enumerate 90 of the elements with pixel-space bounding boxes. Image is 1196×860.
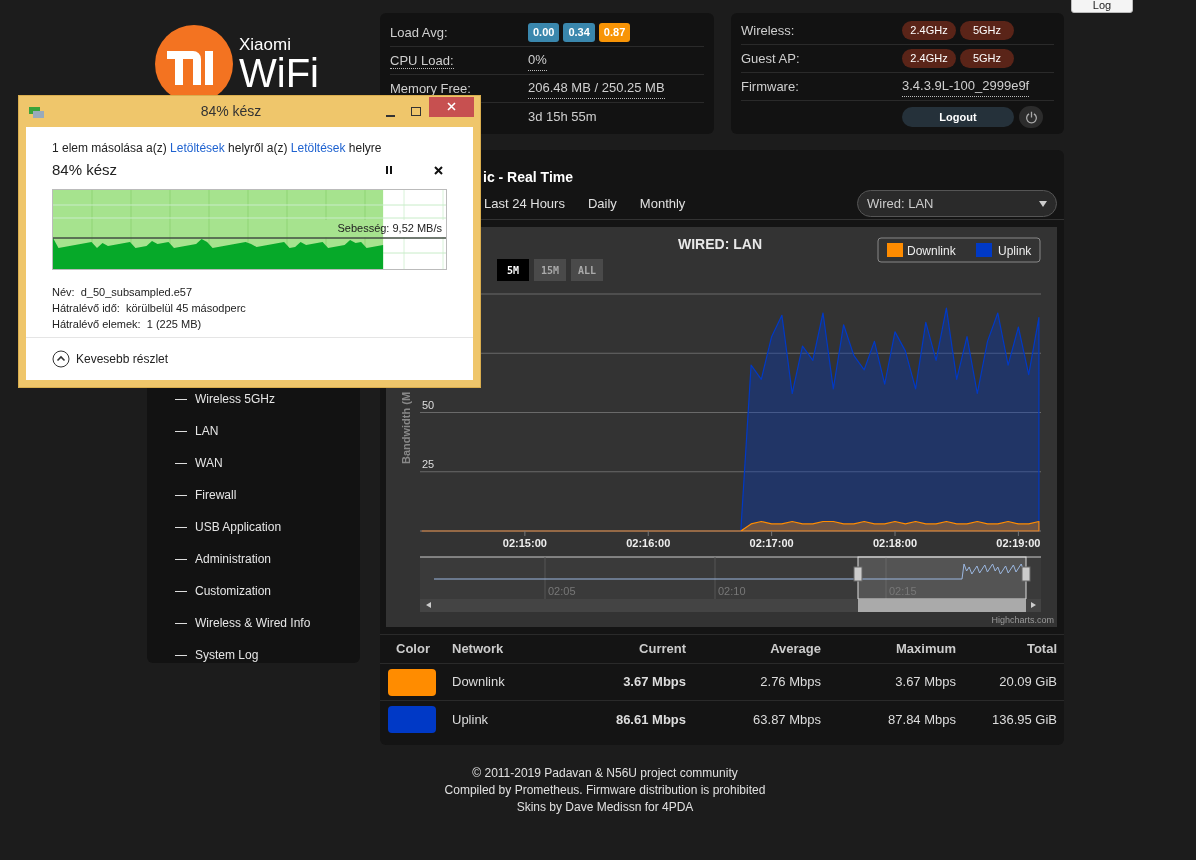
band-badge: 5GHz — [960, 49, 1014, 68]
status-label: Guest AP: — [741, 50, 800, 66]
footer-line: © 2011-2019 Padavan & N56U project community — [471, 765, 739, 782]
x-tick-label: 02:17:00 — [749, 537, 794, 549]
sidebar-item[interactable]: Wireless 5GHz — [195, 390, 275, 408]
chart-title: WIRED: LAN — [678, 236, 762, 252]
load-badge: 0.00 — [528, 23, 560, 42]
y-tick-label: 50 — [422, 398, 435, 411]
interface-select[interactable]: Wired: LAN — [857, 190, 1057, 217]
status-label: Firmware: — [741, 78, 799, 94]
band-badge: 5GHz — [960, 21, 1014, 40]
period-tab[interactable]: Last 24 Hours — [484, 193, 565, 214]
table-cell: Downlink — [446, 663, 566, 701]
maximize-icon — [411, 107, 421, 116]
table-cell: 63.87 Mbps — [686, 700, 821, 738]
x-tick-label: 02:16:00 — [626, 537, 671, 549]
close-icon — [433, 165, 443, 175]
navigator-label: 02:10 — [718, 585, 746, 597]
sidebar-item[interactable]: WAN — [195, 454, 223, 472]
minimize-icon — [385, 114, 395, 117]
info-label: Load Avg: — [390, 24, 448, 40]
period-tab[interactable]: Daily — [587, 193, 617, 214]
column-header: Total — [956, 634, 1064, 664]
power-icon — [1024, 110, 1038, 124]
sidebar-item[interactable]: LAN — [195, 422, 219, 440]
info-value: 206.48 MB / 250.25 MB — [528, 78, 665, 99]
info-value: 0% — [528, 50, 547, 71]
column-header: Average — [686, 634, 821, 664]
caret-icon — [1039, 200, 1047, 207]
load-badge: 0.87 — [598, 23, 631, 42]
legend-label[interactable]: Downlink — [907, 244, 956, 258]
panel-title: ic - Real Time — [483, 168, 573, 187]
legend-label[interactable]: Uplink — [998, 244, 1032, 258]
band-badge: 2.4GHz — [902, 49, 956, 68]
table-cell: 86.61 Mbps — [566, 700, 686, 738]
folder-link[interactable]: Letöltések — [170, 141, 225, 155]
status-label: Wireless: — [741, 22, 795, 38]
dialog-title: 84% kész — [199, 102, 263, 121]
details-toggle[interactable]: Kevesebb részlet — [52, 350, 169, 368]
table-cell: 136.95 GiB — [956, 700, 1064, 738]
detail-line: Név: d_50_subsampled.e57 — [52, 285, 194, 300]
footer-line: Skins by Dave Medissn for 4PDA — [515, 799, 695, 816]
table-cell: 3.67 Mbps — [566, 663, 686, 701]
x-tick-label: 02:18:00 — [873, 537, 918, 549]
range-button[interactable]: 5M — [497, 259, 529, 281]
chart-credit[interactable]: Highcharts.com — [991, 615, 1054, 625]
progress-status: 84% kész — [52, 159, 119, 180]
x-tick-label: 02:19:00 — [996, 537, 1041, 549]
table-cell: Uplink — [446, 700, 566, 738]
table-cell: 20.09 GiB — [956, 663, 1064, 701]
detail-line: Hátralévő idő: körülbelül 45 másodperc — [52, 301, 247, 316]
column-header: Network — [446, 634, 566, 664]
info-label: CPU Load: — [390, 52, 454, 69]
cancel-button[interactable] — [431, 163, 445, 177]
sidebar-item[interactable]: Firewall — [195, 486, 237, 504]
sidebar-item[interactable]: USB Application — [195, 518, 282, 536]
period-tab[interactable]: Monthly — [639, 193, 686, 214]
table-cell: 3.67 Mbps — [821, 663, 956, 701]
range-button[interactable]: ALL — [571, 259, 603, 281]
logo-brand: Xiaomi — [239, 36, 292, 53]
table-cell: 87.84 Mbps — [821, 700, 956, 738]
logo-product: WiFi — [239, 53, 319, 93]
sidebar-item[interactable]: Wireless & Wired Info — [195, 614, 311, 632]
chevron-up-icon — [52, 350, 70, 368]
range-button[interactable]: 15M — [534, 259, 566, 281]
pause-icon — [386, 166, 392, 174]
column-header: Color — [380, 634, 446, 664]
load-badge: 0.34 — [563, 23, 595, 42]
close-icon — [447, 102, 456, 111]
y-axis-label: Bandwidth (M — [400, 391, 412, 464]
sidebar-item[interactable]: Customization — [195, 582, 272, 600]
detail-line: Hátralévő elemek: 1 (225 MB) — [52, 317, 203, 332]
info-value: 3d 15h 55m — [528, 108, 597, 127]
sidebar-item[interactable]: System Log — [195, 646, 259, 664]
copy-icon — [29, 104, 45, 119]
x-tick-label: 02:15:00 — [502, 537, 547, 549]
power-button[interactable] — [1019, 106, 1043, 128]
folder-link[interactable]: Letöltések — [290, 141, 346, 155]
footer-line: Compiled by Prometheus. Firmware distribution is prohibited — [443, 782, 767, 799]
column-header: Current — [566, 634, 686, 664]
copy-description: 1 elem másolása a(z) Letöltések helyről a(z) Letöltések helyre — [52, 140, 383, 157]
logout-button[interactable]: Logout — [902, 107, 1014, 127]
info-label: Memory Free: — [390, 80, 471, 96]
band-badge: 2.4GHz — [902, 21, 956, 40]
firmware-version: 3.4.3.9L-100_2999e9f — [902, 76, 1030, 97]
sidebar-item[interactable]: Administration — [195, 550, 272, 568]
log-button[interactable]: Log — [1071, 0, 1133, 13]
y-tick-label: 25 — [422, 457, 435, 470]
column-header: Maximum — [821, 634, 956, 664]
table-cell: 2.76 Mbps — [686, 663, 821, 701]
